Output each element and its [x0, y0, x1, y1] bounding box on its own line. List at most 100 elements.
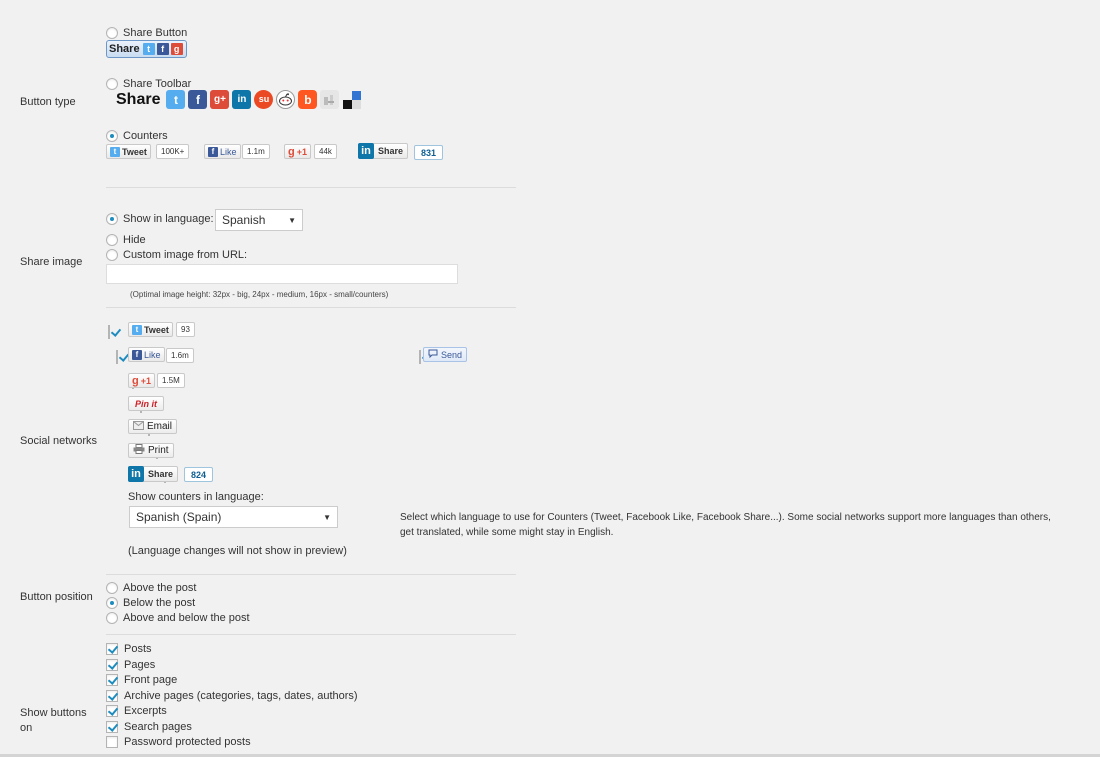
position-below-option[interactable]: Below the post — [106, 596, 195, 610]
share-toolbar-radio[interactable] — [106, 78, 118, 90]
show-on-excerpts-option[interactable]: Excerpts — [106, 704, 167, 718]
section-divider — [106, 634, 516, 635]
share-button-option[interactable]: Share Button — [106, 26, 187, 40]
like-counter-label: Like — [220, 146, 237, 157]
custom-image-radio[interactable] — [106, 249, 118, 261]
dropdown-arrow-icon: ▼ — [288, 215, 296, 225]
pinterest-pin-it-button: Pin it — [128, 396, 164, 411]
show-on-excerpts-label: Excerpts — [124, 705, 167, 717]
position-both-label: Above and below the post — [123, 612, 250, 624]
position-both-radio[interactable] — [106, 612, 118, 624]
show-on-password-protected-label: Password protected posts — [124, 736, 251, 748]
facebook-icon: f — [208, 146, 218, 157]
share-toolbar-option[interactable]: Share Toolbar — [106, 77, 191, 91]
show-on-search-pages-label: Search pages — [124, 721, 192, 733]
position-both-option[interactable]: Above and below the post — [106, 611, 250, 625]
hide-option-label: Hide — [123, 234, 146, 246]
show-buttons-on-label-line2: on — [20, 722, 33, 734]
gplus-counter-label: +1 — [296, 146, 307, 157]
position-below-label: Below the post — [123, 597, 196, 609]
twitter-bird-icon: t — [110, 146, 120, 157]
like-count: 1.1m — [242, 144, 270, 159]
show-on-posts-label: Posts — [124, 643, 152, 655]
show-in-language-radio[interactable] — [106, 213, 118, 225]
like-counter-button: f Like — [204, 144, 241, 159]
language-preview-note: (Language changes will not show in previ… — [128, 545, 347, 557]
show-in-language-label: Show in language: — [123, 213, 214, 225]
hide-option[interactable]: Hide — [106, 233, 146, 247]
counters-language-select[interactable]: Spanish (Spain) ▼ — [129, 506, 338, 528]
position-above-option[interactable]: Above the post — [106, 581, 196, 595]
share-button-option-label: Share Button — [123, 27, 188, 39]
show-on-archive-pages-option[interactable]: Archive pages (categories, tags, dates, … — [106, 689, 358, 703]
show-on-password-protected-checkbox[interactable] — [106, 736, 118, 748]
position-above-radio[interactable] — [106, 582, 118, 594]
twitter-checkbox[interactable] — [108, 325, 110, 339]
linkedin-icon: in — [358, 142, 374, 159]
google-plus-icon: g — [170, 43, 183, 55]
twitter-icon: t — [142, 43, 155, 55]
counters-radio[interactable] — [106, 130, 118, 142]
show-on-front-page-checkbox[interactable] — [106, 674, 118, 686]
facebook-send-label: Send — [441, 349, 463, 360]
email-label: Email — [147, 421, 173, 432]
section-divider — [106, 574, 516, 575]
digg-icon — [320, 90, 340, 109]
gplus-counter-button: g +1 — [284, 144, 311, 159]
hide-radio[interactable] — [106, 234, 118, 246]
tweet-counter-label: Tweet — [122, 146, 147, 157]
show-on-archive-pages-checkbox[interactable] — [106, 690, 118, 702]
blogger-icon: b — [298, 90, 318, 109]
share-button-preview: Share t f g — [106, 40, 187, 58]
show-on-pages-checkbox[interactable] — [106, 659, 118, 671]
share-toolbar-preview-word: Share — [116, 90, 161, 108]
facebook-like-checkbox[interactable] — [116, 350, 118, 364]
show-on-password-protected-option[interactable]: Password protected posts — [106, 735, 251, 749]
show-on-excerpts-checkbox[interactable] — [106, 705, 118, 717]
position-below-radio[interactable] — [106, 597, 118, 609]
show-buttons-on-label-line1: Show buttons — [20, 707, 87, 719]
share-image-language-value: Spanish — [222, 213, 266, 227]
facebook-like-count: 1.6m — [166, 348, 194, 363]
custom-image-url-input[interactable] — [106, 264, 458, 284]
linkedin-icon: in — [232, 90, 252, 109]
linkedin-count: 831 — [414, 145, 444, 160]
facebook-icon: f — [188, 90, 208, 109]
show-on-front-page-option[interactable]: Front page — [106, 673, 177, 687]
reddit-icon — [276, 90, 296, 109]
delicious-icon — [342, 90, 361, 109]
facebook-like-button: f Like — [128, 347, 165, 362]
show-on-posts-option[interactable]: Posts — [106, 642, 152, 656]
position-above-label: Above the post — [123, 582, 197, 594]
dropdown-arrow-icon: ▼ — [323, 512, 331, 522]
show-on-pages-option[interactable]: Pages — [106, 658, 155, 672]
share-toolbar-preview: Share t f g+ in su b — [116, 90, 361, 109]
custom-image-option[interactable]: Custom image from URL: — [106, 248, 247, 262]
gplus-count: 44k — [314, 144, 337, 159]
share-image-language-select[interactable]: Spanish ▼ — [215, 209, 303, 231]
linkedin-counter-label: Share — [378, 146, 404, 156]
facebook-send-checkbox[interactable] — [419, 350, 421, 364]
google-plus-count: 1.5M — [157, 373, 185, 388]
facebook-send-button: Send — [423, 347, 468, 362]
show-on-pages-label: Pages — [124, 659, 156, 671]
optimal-image-height-note: (Optimal image height: 32px - big, 24px … — [130, 290, 389, 299]
tweet-count: 100K+ — [156, 144, 190, 159]
counters-option[interactable]: Counters — [106, 129, 168, 143]
section-divider — [106, 307, 516, 308]
facebook-icon: f — [156, 43, 169, 55]
show-on-search-pages-checkbox[interactable] — [106, 721, 118, 733]
email-button: Email — [128, 419, 178, 434]
show-in-language-option[interactable]: Show in language: — [106, 212, 214, 226]
share-button-radio[interactable] — [106, 27, 118, 39]
linkedin-icon: in — [128, 465, 144, 482]
counters-language-help-line1: Select which language to use for Counter… — [400, 512, 1051, 523]
tweet-counter-button: t Tweet — [106, 144, 151, 159]
show-on-posts-checkbox[interactable] — [106, 643, 118, 655]
google-plus-icon: g — [288, 145, 295, 158]
show-on-search-pages-option[interactable]: Search pages — [106, 720, 192, 734]
google-plus-icon: g+ — [210, 90, 230, 109]
social-networks-label: Social networks — [20, 435, 98, 447]
print-label: Print — [148, 445, 169, 456]
facebook-like-label: Like — [144, 349, 161, 360]
